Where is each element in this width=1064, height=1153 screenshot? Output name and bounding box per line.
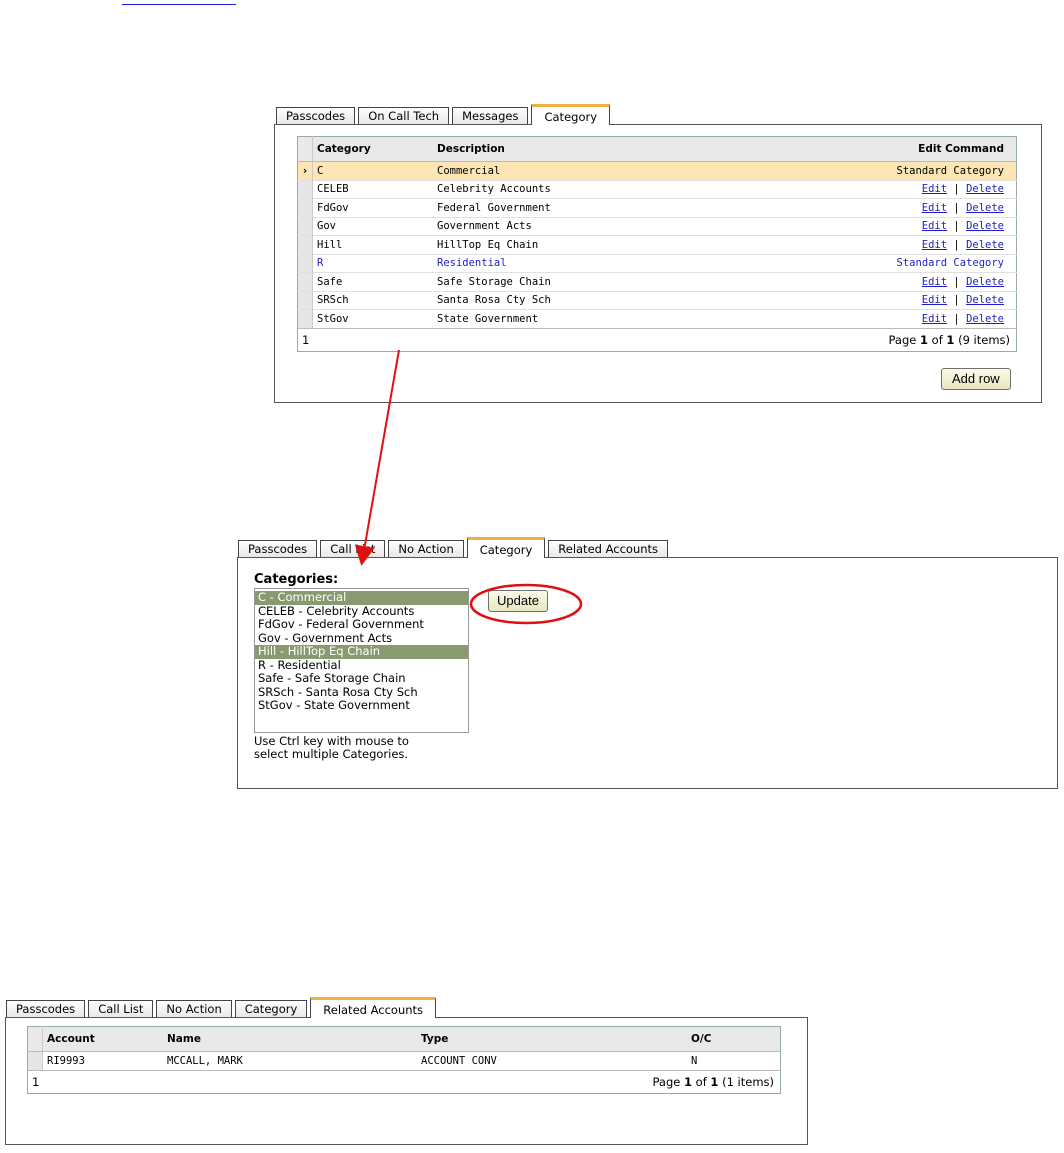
tab-category[interactable]: Category xyxy=(466,537,546,558)
annotation-highlight-ellipse xyxy=(469,583,583,625)
annotation-arrow xyxy=(354,349,400,566)
annotation-overlay xyxy=(354,349,583,625)
tab-category[interactable]: Category xyxy=(531,104,611,125)
tab-related-accounts[interactable]: Related Accounts xyxy=(310,997,437,1018)
